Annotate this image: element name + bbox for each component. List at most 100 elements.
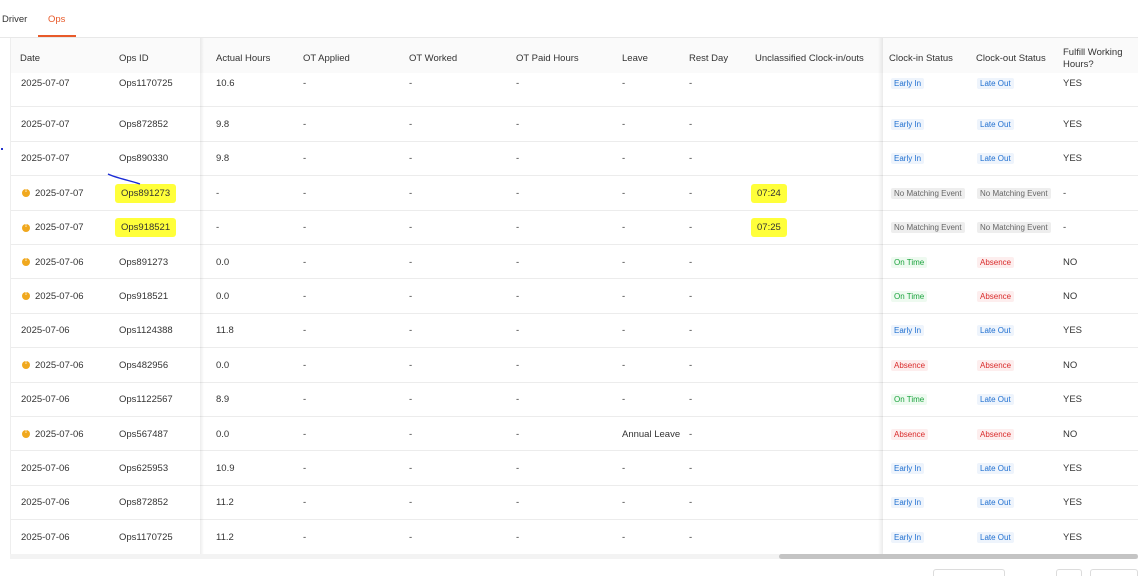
cell-date: 2025-07-06 [11, 314, 70, 348]
cell-ot-worked-text: - [409, 77, 413, 89]
table-row[interactable]: 2025-07-06 Ops625953 10.9 - - - - - YES Early In L… [11, 451, 1138, 486]
date-text: 2025-07-06 [21, 325, 70, 337]
page-size-select[interactable] [933, 569, 1005, 576]
cell-rest-day-text: - [689, 290, 693, 302]
cell-clock-in-status: On Time [891, 279, 928, 313]
cell-clock-out-status: Late Out [977, 383, 1014, 417]
cell-ops-id[interactable]: Ops567487 [119, 417, 168, 451]
cell-fulfill-text: NO [1063, 359, 1078, 371]
cell-ot-paid-hours: - [516, 417, 519, 451]
cell-ot-paid-hours: - [516, 348, 519, 382]
cell-date: 2025-07-07 [11, 211, 84, 245]
table-row[interactable]: 2025-07-06 Ops872852 11.2 - - - - - YES Early In L… [11, 485, 1138, 521]
cell-ops-id[interactable]: Ops918521 [119, 279, 168, 313]
cell-fulfill: - [1063, 176, 1066, 210]
page-number-button[interactable] [1056, 569, 1082, 576]
warning-icon [22, 360, 30, 370]
cell-ot-worked-text: - [409, 187, 413, 199]
cell-ot-worked-text: - [409, 497, 413, 509]
table-row[interactable]: 2025-07-06 Ops1170725 11.2 - - - - - YES Early In… [11, 520, 1138, 554]
cell-leave: Annual Leave [622, 417, 680, 451]
table-row[interactable]: 2025-07-06 Ops891273 0.0 - - - - - NO On Time Abse… [11, 245, 1138, 280]
warning-icon [22, 188, 30, 198]
cell-ot-applied-text: - [303, 290, 307, 302]
cell-fulfill-text: YES [1063, 531, 1083, 543]
status-badge: No Matching Event [977, 222, 1051, 234]
cell-ot-paid-hours-text: - [516, 290, 520, 302]
cell-fulfill-text: YES [1063, 118, 1083, 130]
cell-ot-paid-hours: - [516, 486, 519, 520]
cell-fulfill: YES [1063, 314, 1082, 348]
table-row[interactable]: 2025-07-07 Ops872852 9.8 - - - - - YES Early In La… [11, 107, 1138, 142]
cell-ops-id[interactable]: Ops891273 [119, 245, 168, 279]
cell-actual-hours-text: - [216, 222, 220, 234]
cell-date: 2025-07-06 [11, 451, 70, 485]
cell-ops-id[interactable]: Ops1170725 [119, 66, 173, 100]
warning-icon [22, 429, 30, 438]
cell-fulfill-text: YES [1063, 77, 1083, 89]
cell-date: 2025-07-07 [11, 176, 84, 210]
table-row[interactable]: 2025-07-06 Ops1124388 11.8 - - - - - YES Early In… [11, 313, 1138, 349]
cell-rest-day: - [689, 417, 692, 451]
cell-rest-day: - [689, 245, 692, 279]
cell-ops-id[interactable]: Ops872852 [119, 486, 168, 520]
date-text: 2025-07-07 [35, 187, 84, 199]
warning-icon [22, 223, 30, 232]
tab-ops[interactable]: Ops [48, 14, 65, 25]
cell-clock-out-status: Absence [977, 417, 1015, 451]
cell-ot-applied: - [303, 279, 306, 313]
cell-rest-day: - [689, 211, 692, 245]
date-text: 2025-07-06 [35, 428, 84, 440]
cell-ot-applied: - [303, 176, 306, 210]
cell-ot-applied-text: - [303, 394, 307, 406]
cell-ops-id-text: Ops625953 [119, 462, 169, 474]
cell-ops-id[interactable]: Ops1124388 [119, 314, 173, 348]
status-badge: Late Out [977, 118, 1014, 130]
table-row[interactable]: 2025-07-07Ops891273------07:24-No Matchi… [11, 176, 1138, 211]
cell-actual-hours-text: 8.9 [216, 394, 230, 406]
cell-ops-id-text: Ops1170725 [119, 531, 173, 543]
cell-fulfill-text: - [1063, 187, 1067, 199]
cell-ot-worked: - [409, 383, 412, 417]
table-row[interactable]: 2025-07-06 Ops918521 0.0 - - - - - NO On Time Abse… [11, 279, 1138, 314]
horizontal-scrollbar-thumb[interactable] [779, 554, 1138, 559]
table-row[interactable]: 2025-07-07 Ops890330 9.8 - - - - - YES Early In La… [11, 141, 1138, 177]
cell-ot-worked: - [409, 314, 412, 348]
attendance-table: Date Ops ID Actual Hours OT Applied OT W… [10, 38, 1138, 554]
cell-actual-hours-text: 10.9 [216, 462, 235, 474]
cell-ops-id[interactable]: Ops1170725 [119, 520, 173, 554]
cell-ops-id[interactable]: Ops482956 [119, 348, 168, 382]
cell-ot-paid-hours: - [516, 279, 519, 313]
table-row[interactable]: 2025-07-06 Ops482956 0.0 - - - - - NO Absence Abse… [11, 348, 1138, 383]
table-row[interactable]: 2025-07-06Ops5674870.0---Annual Leave-NO… [11, 417, 1138, 452]
status-badge: Early In [891, 77, 925, 89]
cell-ops-id[interactable]: Ops918521 [115, 211, 177, 245]
cell-ops-id[interactable]: Ops890330 [119, 142, 168, 176]
cell-ops-id[interactable]: Ops625953 [119, 451, 168, 485]
cell-ot-worked-text: - [409, 531, 413, 543]
cell-rest-day: - [689, 176, 692, 210]
cell-ot-worked: - [409, 176, 412, 210]
cell-date: 2025-07-06 [11, 348, 84, 382]
cell-ops-id[interactable]: Ops872852 [119, 107, 168, 141]
table-row[interactable]: 2025-07-06 Ops1122567 8.9 - - - - - YES On Time La… [11, 382, 1138, 417]
cell-ot-applied: - [303, 66, 306, 100]
cell-ops-id[interactable]: Ops1122567 [119, 383, 173, 417]
cell-rest-day: - [689, 383, 692, 417]
cell-fulfill-text: NO [1063, 256, 1078, 268]
cell-ops-id[interactable]: Ops891273 [115, 176, 177, 210]
cell-leave-text: - [622, 153, 626, 165]
page-jump-input[interactable] [1090, 569, 1138, 576]
cell-ot-paid-hours-text: - [516, 462, 520, 474]
cell-unclassified-text: 07:24 [751, 183, 787, 203]
cell-actual-hours: 9.8 [216, 107, 229, 141]
cell-actual-hours: 0.0 [216, 417, 229, 451]
table-row[interactable]: 2025-07-07 Ops1170725 10.6 - - - - - YES Early In… [11, 73, 1138, 108]
cell-clock-out-status: Absence [977, 279, 1015, 313]
tab-driver[interactable]: Driver [2, 14, 27, 25]
cell-ot-paid-hours-text: - [516, 428, 520, 440]
table-row[interactable]: 2025-07-07Ops918521------07:25-No Matchi… [11, 210, 1138, 245]
cell-clock-out-status: Late Out [977, 520, 1014, 554]
cell-rest-day-text: - [689, 187, 693, 199]
cell-ot-worked: - [409, 417, 412, 451]
